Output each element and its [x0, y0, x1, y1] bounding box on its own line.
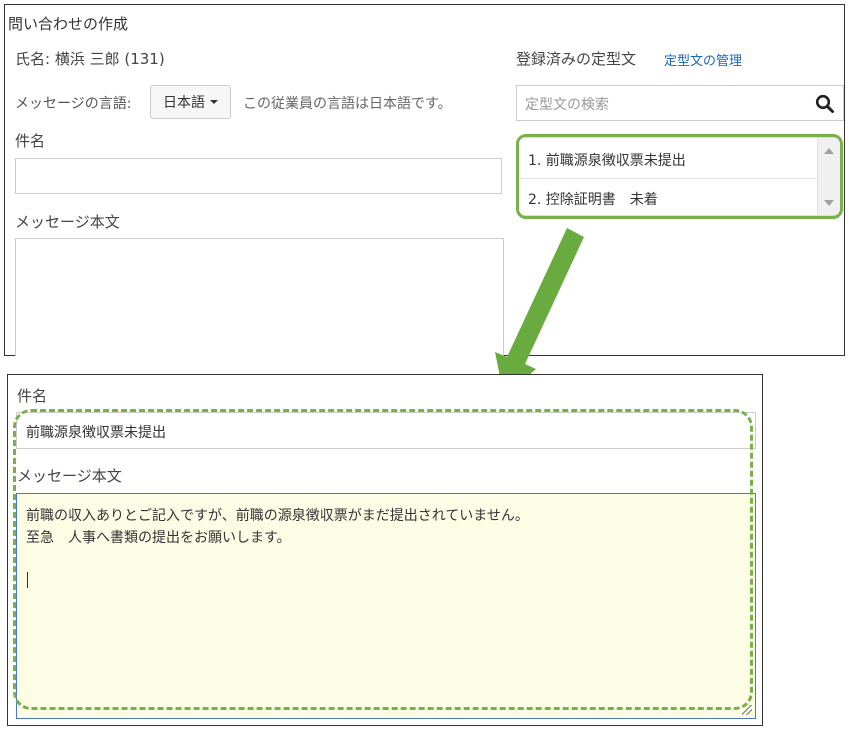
subject-input[interactable]: [15, 158, 502, 194]
message-label: メッセージ本文: [15, 213, 120, 231]
template-search-placeholder: 定型文の検索: [525, 97, 609, 113]
message-textarea[interactable]: [15, 238, 504, 356]
templates-heading: 登録済みの定型文: [516, 50, 637, 68]
search-icon[interactable]: [815, 94, 835, 114]
language-dropdown[interactable]: 日本語: [150, 85, 231, 119]
manage-templates-link[interactable]: 定型文の管理: [664, 50, 742, 69]
compose-panel: 問い合わせの作成 氏名: 横浜 三郎 (131) メッセージの言語: 日本語 こ…: [4, 4, 845, 356]
filled-fields-highlight: [13, 409, 753, 710]
page-title: 問い合わせの作成: [8, 15, 129, 33]
employee-name: 氏名: 横浜 三郎 (131): [15, 50, 165, 68]
subject-label-filled: 件名: [17, 387, 48, 405]
language-note: この従業員の言語は日本語です。: [243, 96, 452, 112]
subject-label: 件名: [15, 132, 46, 150]
template-search-input[interactable]: 定型文の検索: [516, 85, 844, 121]
language-dropdown-value: 日本語: [163, 95, 205, 111]
caret-down-icon: [210, 100, 218, 104]
compose-result-panel: 件名 前職源泉徴収票未提出 メッセージ本文 前職の収入ありとご記入ですが、前職の…: [7, 374, 763, 726]
template-list-highlight: [516, 134, 843, 219]
language-label: メッセージの言語:: [15, 96, 132, 112]
